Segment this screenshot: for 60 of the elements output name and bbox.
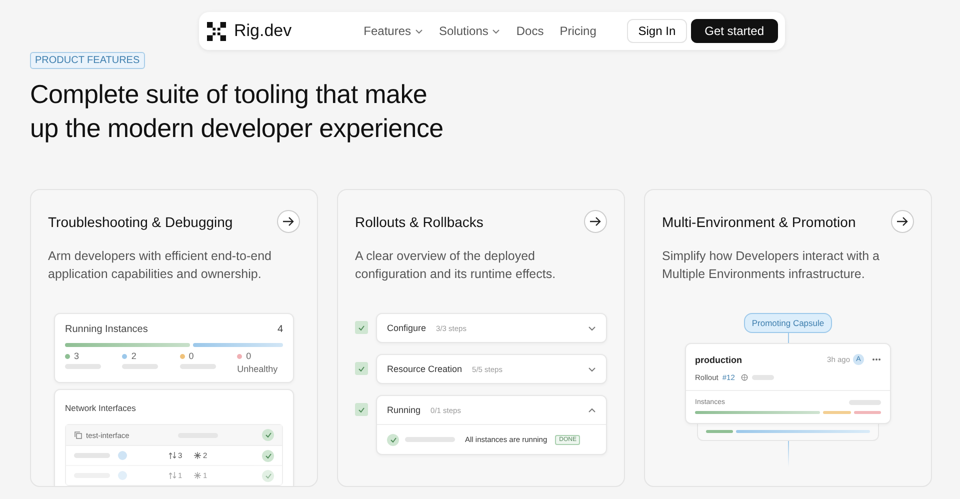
page-heading: Complete suite of tooling that make up the modern developer experience [30, 78, 444, 145]
chevron-down-icon [588, 366, 596, 372]
placeholder-bar [122, 364, 158, 369]
chevron-down-icon [588, 326, 596, 330]
arrow-right-icon [897, 217, 908, 226]
globe-icon [740, 374, 748, 381]
placeholder-bar [74, 453, 110, 458]
panel-title: Running Instances [65, 324, 148, 335]
placeholder-bar [180, 364, 216, 369]
arrow-button[interactable] [277, 210, 300, 233]
chevron-down-icon [492, 28, 500, 34]
more-icon[interactable] [872, 358, 881, 361]
section-label: PRODUCT FEATURES [30, 52, 145, 69]
arrow-right-icon [590, 217, 601, 226]
step-check-icon [355, 321, 368, 334]
card-title: Multi-Environment & Promotion [662, 214, 856, 230]
warning-bar [823, 411, 851, 414]
stat-value: 0 [188, 351, 194, 361]
stat-value: 2 [131, 351, 136, 361]
chevron-down-icon [415, 28, 423, 34]
check-icon [387, 434, 399, 446]
nav-link[interactable]: Pricing [560, 24, 596, 38]
step-title: Configure [387, 323, 426, 333]
sign-in-button[interactable]: Sign In [627, 19, 687, 43]
arrow-button[interactable] [891, 210, 914, 233]
nav-link[interactable]: Features [364, 24, 423, 38]
stat-value: 0 [246, 351, 252, 361]
route-icon [169, 452, 176, 459]
asterisk-icon [194, 472, 201, 479]
placeholder-bar [405, 437, 455, 442]
brand-name[interactable]: Rig.dev [234, 21, 292, 41]
card-title: Troubleshooting & Debugging [48, 214, 233, 230]
step-check-icon [355, 403, 368, 416]
asterisk-icon [194, 452, 201, 459]
arrow-button[interactable] [584, 210, 607, 233]
environment-name: production [695, 354, 742, 364]
placeholder-bar [849, 400, 881, 405]
route-icon [169, 472, 176, 479]
copy-icon [74, 431, 82, 439]
error-bar [854, 411, 881, 414]
placeholder-bar [752, 375, 774, 380]
step-check-icon [355, 362, 368, 375]
arrow-right-icon [283, 217, 294, 226]
get-started-button[interactable]: Get started [690, 19, 778, 43]
promoting-tag: Promoting Capsule [744, 313, 832, 333]
placeholder-bar [65, 364, 101, 369]
stat-label: Unhealthy [237, 364, 279, 374]
nav-link[interactable]: Docs [516, 24, 544, 38]
card-description: A clear overview of the deployed configuration and its runtime effects. [355, 248, 557, 283]
chevron-up-icon [588, 408, 596, 412]
card-description: Arm developers with efficient end-to-end application capabilities and ownership. [48, 248, 272, 283]
step-title: Resource Creation [387, 364, 462, 374]
stat-value: 3 [74, 351, 80, 361]
card-title: Rollouts & Rollbacks [355, 214, 484, 230]
step-title: Running [387, 405, 421, 415]
panel-title: Network Interfaces [65, 403, 136, 413]
logo-icon [207, 22, 226, 40]
nav-link[interactable]: Solutions [439, 24, 500, 38]
instance-count: 4 [277, 324, 283, 335]
card-description: Simplify how Developers interact with a Multiple Environments infrastructure. [662, 248, 880, 283]
